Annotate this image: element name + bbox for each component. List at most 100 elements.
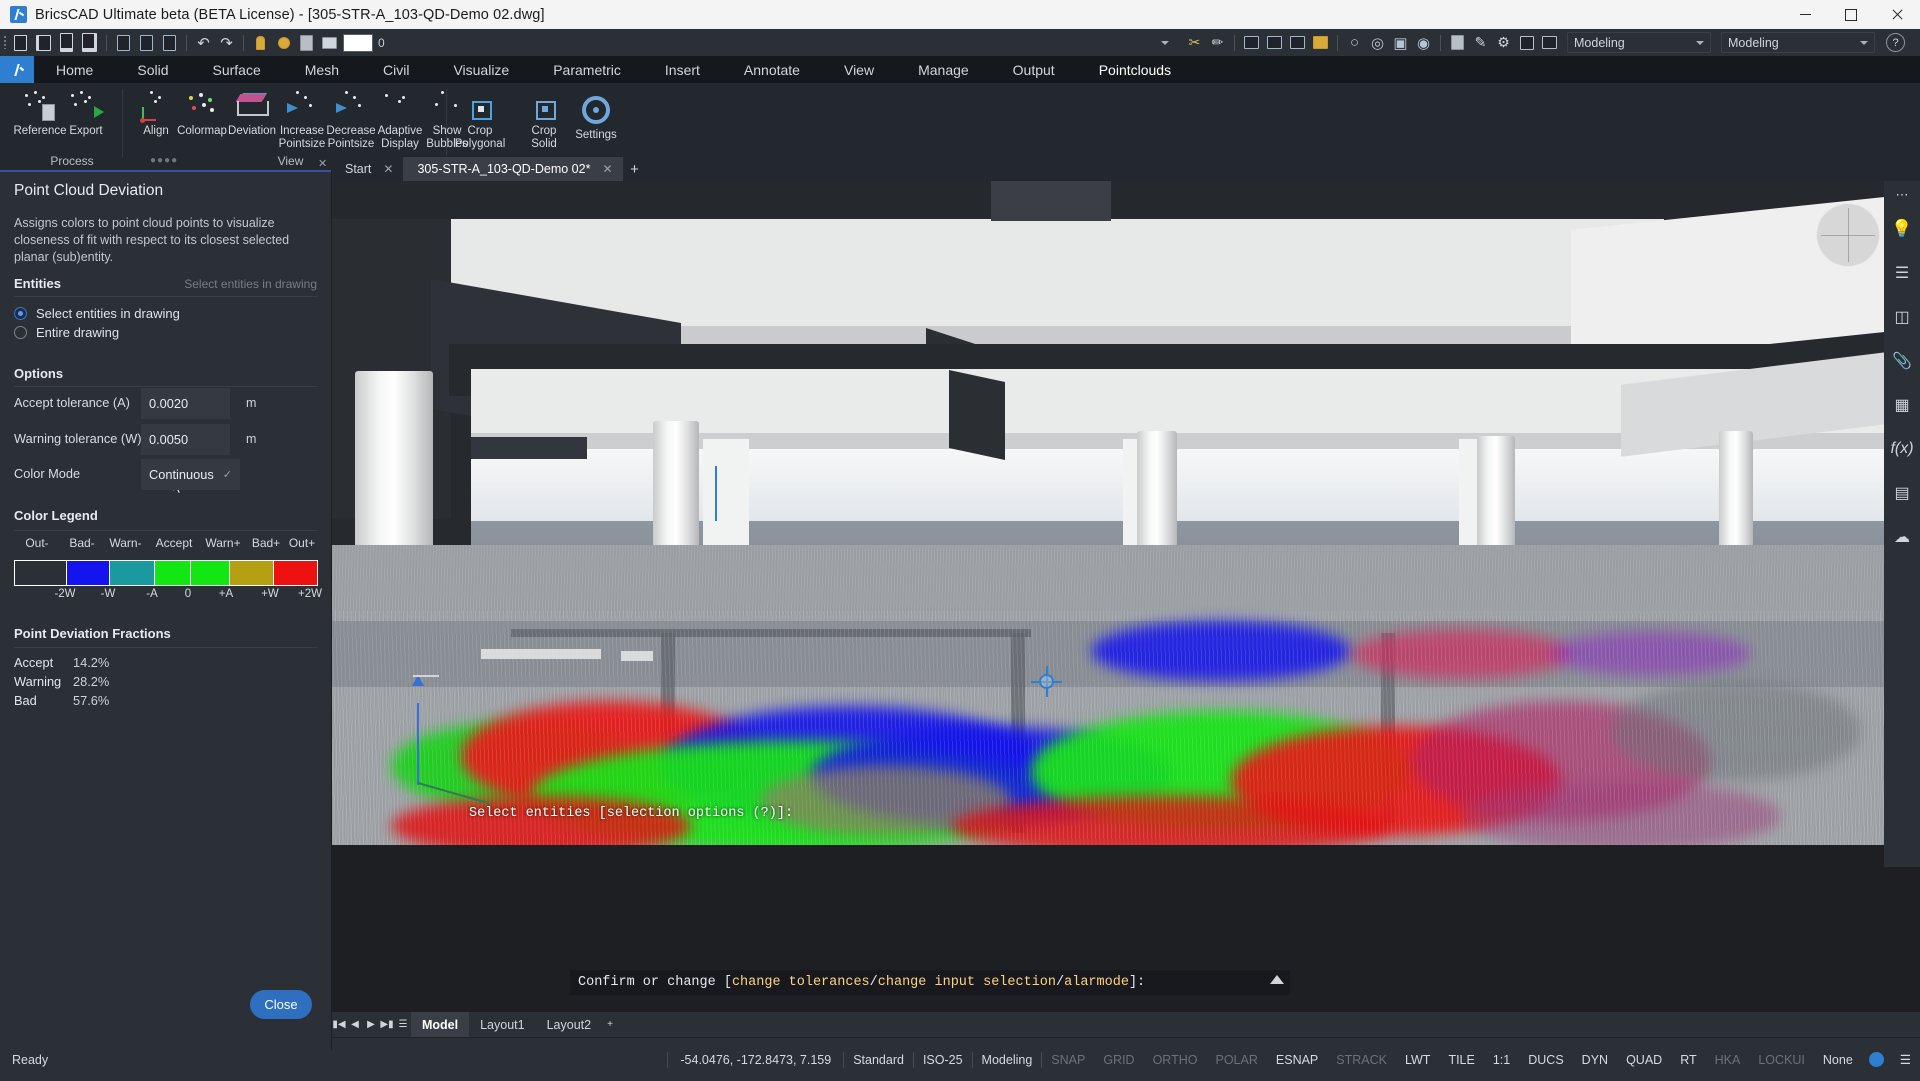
status-toggle-hka[interactable]: HKA: [1706, 1053, 1750, 1067]
render-icon[interactable]: ◎: [1367, 32, 1388, 53]
status-item-standard[interactable]: Standard: [844, 1053, 913, 1067]
warning-tolerance-input[interactable]: [141, 424, 230, 455]
application-menu-button[interactable]: [0, 56, 34, 83]
status-selection-set[interactable]: None: [1814, 1053, 1862, 1067]
drawing-viewport[interactable]: Select entities [selection options (?)]:: [331, 181, 1920, 845]
first-tab-button[interactable]: ▮◀: [331, 1012, 347, 1037]
layout1-tab[interactable]: Layout1: [469, 1012, 535, 1037]
match-properties-icon[interactable]: ✂: [1184, 32, 1205, 53]
settings-sliders-icon[interactable]: ☰: [1895, 251, 1909, 295]
status-toggle-polar[interactable]: POLAR: [1207, 1053, 1267, 1067]
status-toggle-strack[interactable]: STRACK: [1327, 1053, 1396, 1067]
ribbon-tab-civil[interactable]: Civil: [361, 56, 431, 83]
cloud-icon[interactable]: ☁: [1894, 515, 1910, 559]
ribbon-tab-manage[interactable]: Manage: [896, 56, 991, 83]
close-button[interactable]: [1874, 0, 1920, 29]
ribbon-tab-parametric[interactable]: Parametric: [531, 56, 643, 83]
ribbon-tab-pointclouds[interactable]: Pointclouds: [1077, 56, 1193, 83]
layer-on-icon[interactable]: [250, 32, 271, 53]
ribbon-button-crop-polygonal[interactable]: Crop Polygonal: [450, 87, 510, 163]
table-icon[interactable]: [1516, 32, 1537, 53]
edit-icon[interactable]: ✎: [1470, 32, 1491, 53]
new-drawing-icon[interactable]: [10, 32, 31, 53]
workspace-combo-1[interactable]: Modeling: [1567, 32, 1711, 53]
command-option-alarmode[interactable]: alarmode: [1064, 975, 1129, 990]
plot-icon[interactable]: [136, 32, 157, 53]
sheetset-icon[interactable]: ▦: [1894, 383, 1909, 427]
radio-entire-drawing[interactable]: Entire drawing: [14, 325, 119, 340]
view-navigation-wheel[interactable]: [1816, 203, 1880, 267]
redo-icon[interactable]: ↷: [216, 32, 237, 53]
plot-preview-icon[interactable]: [113, 32, 134, 53]
measure-icon[interactable]: ✏: [1207, 32, 1228, 53]
view-icon[interactable]: ▣: [1390, 32, 1411, 53]
model-tab[interactable]: Model: [411, 1012, 469, 1037]
new-layout-button[interactable]: +: [602, 1012, 618, 1037]
document-tab-start[interactable]: Start ✕: [331, 157, 403, 181]
ribbon-tab-home[interactable]: Home: [34, 56, 115, 83]
status-toggle-lwt[interactable]: LWT: [1396, 1053, 1439, 1067]
lineweight-icon[interactable]: [1264, 32, 1285, 53]
status-item-modeling[interactable]: Modeling: [973, 1053, 1042, 1067]
ribbon-tab-view[interactable]: View: [822, 56, 896, 83]
status-toggle-ducs[interactable]: DUCS: [1519, 1053, 1572, 1067]
tools-icon[interactable]: ⚙: [1493, 32, 1514, 53]
help-button[interactable]: ?: [1885, 32, 1906, 53]
ribbon-panel-grip[interactable]: ●●●●: [150, 155, 178, 166]
status-coordinates[interactable]: -54.0476, -172.8473, 7.159: [668, 1053, 843, 1067]
layer-dropdown-chevron-icon[interactable]: [1161, 41, 1169, 45]
layer-print-icon[interactable]: [319, 32, 340, 53]
attachments-icon[interactable]: 📎: [1892, 339, 1912, 383]
command-option-change-input-selection[interactable]: change input selection: [878, 975, 1056, 990]
layer-states-icon[interactable]: [296, 32, 317, 53]
layer-current-icon[interactable]: [273, 32, 294, 53]
prev-tab-button[interactable]: ◀: [347, 1012, 363, 1037]
layer-color-swatch[interactable]: [343, 34, 373, 52]
warning-tolerance-field[interactable]: [141, 424, 230, 455]
status-scale[interactable]: 1:1: [1484, 1053, 1519, 1067]
status-toggle-snap[interactable]: SNAP: [1042, 1053, 1094, 1067]
viewport-icon[interactable]: [1539, 32, 1560, 53]
ribbon-button-crop-solid[interactable]: Crop Solid: [514, 87, 574, 150]
radio-select-entities-in-drawing[interactable]: Select entities in drawing: [14, 306, 180, 321]
undo-icon[interactable]: ↶: [193, 32, 214, 53]
ribbon-tab-annotate[interactable]: Annotate: [722, 56, 822, 83]
color-mode-combo[interactable]: Continuous ✓: [141, 459, 240, 490]
command-scroll-up-icon[interactable]: [1270, 975, 1284, 984]
layers-icon[interactable]: ◫: [1894, 295, 1909, 339]
new-document-tab-button[interactable]: +: [623, 157, 647, 181]
status-toggle-quad[interactable]: QUAD: [1617, 1053, 1671, 1067]
ribbon-button-settings[interactable]: Settings: [566, 91, 626, 142]
layout2-tab[interactable]: Layout2: [536, 1012, 602, 1037]
status-indicator-icon[interactable]: [1869, 1052, 1884, 1067]
color-icon[interactable]: [1310, 32, 1331, 53]
command-line[interactable]: Confirm or change [ change tolerances / …: [570, 970, 1290, 995]
ribbon-close-icon[interactable]: ✕: [318, 157, 327, 170]
parametrics-icon[interactable]: f(x): [1890, 427, 1913, 471]
status-toggle-esnap[interactable]: ESNAP: [1267, 1053, 1327, 1067]
status-toggle-tile[interactable]: TILE: [1439, 1053, 1483, 1067]
ribbon-button-export[interactable]: Export: [56, 87, 116, 138]
last-tab-button[interactable]: ▶▮: [379, 1012, 395, 1037]
toolbar-grip[interactable]: [0, 29, 9, 56]
status-item-iso25[interactable]: ISO-25: [914, 1053, 972, 1067]
save-drawing-icon[interactable]: [56, 32, 77, 53]
close-panel-button[interactable]: Close: [250, 990, 312, 1019]
layout-list-icon[interactable]: ☰: [395, 1012, 411, 1037]
close-icon[interactable]: ✕: [383, 162, 393, 176]
accept-tolerance-field[interactable]: [141, 388, 230, 419]
structure-panel-icon[interactable]: [1447, 32, 1468, 53]
ribbon-tab-insert[interactable]: Insert: [643, 56, 722, 83]
ribbon-tab-visualize[interactable]: Visualize: [431, 56, 531, 83]
publish-icon[interactable]: [159, 32, 180, 53]
ribbon-tab-solid[interactable]: Solid: [115, 56, 190, 83]
status-toggle-lockui[interactable]: LOCKUI: [1749, 1053, 1814, 1067]
status-toggle-rt[interactable]: RT: [1671, 1053, 1705, 1067]
status-toggle-grid[interactable]: GRID: [1094, 1053, 1143, 1067]
document-tab-drawing[interactable]: 305-STR-A_103-QD-Demo 02* ✕: [403, 157, 622, 181]
transparency-icon[interactable]: [1287, 32, 1308, 53]
ribbon-tab-surface[interactable]: Surface: [191, 56, 283, 83]
more-options-icon[interactable]: ⋯: [1896, 187, 1909, 207]
structure-icon[interactable]: ▤: [1894, 471, 1909, 515]
workspace-combo-2[interactable]: Modeling: [1721, 32, 1875, 53]
